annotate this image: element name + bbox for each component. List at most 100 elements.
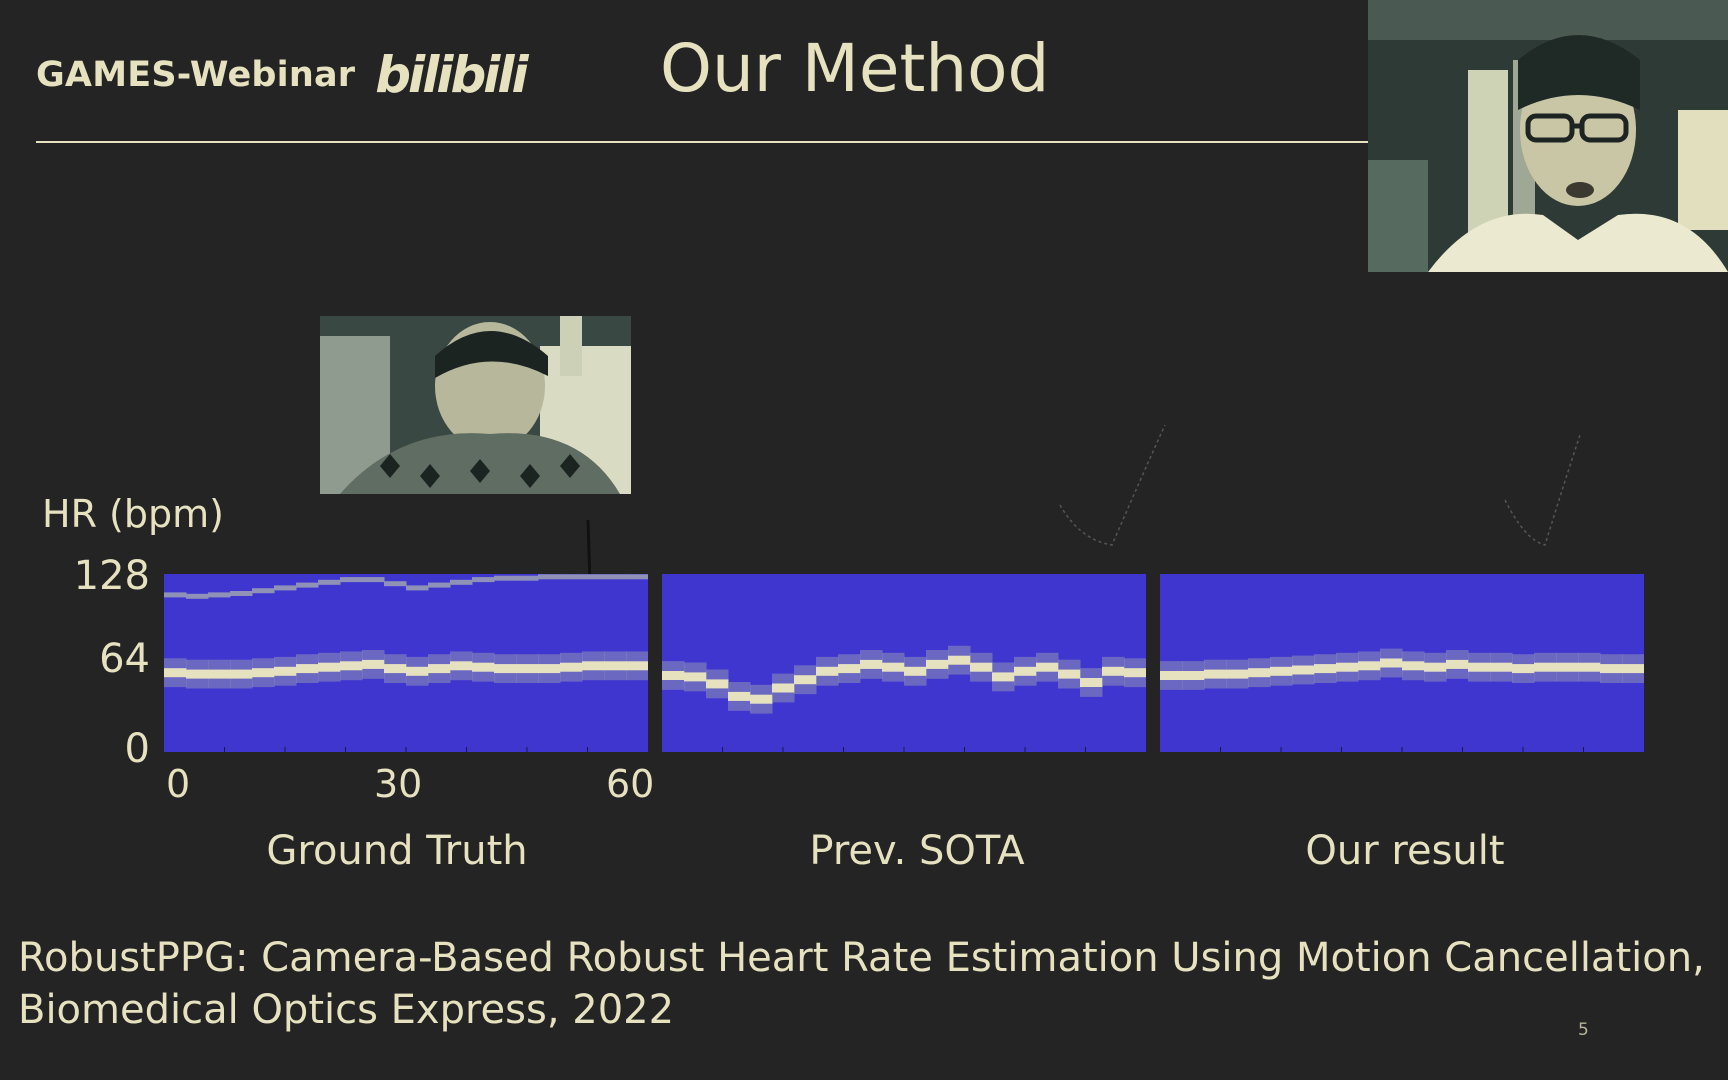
x-tick-30: 30: [374, 762, 423, 806]
main-track-cell: [1402, 661, 1425, 671]
main-track-cell: [1424, 662, 1447, 672]
main-track-cell: [362, 659, 385, 669]
slide-title: Our Method: [660, 30, 1050, 107]
main-track-cell: [406, 666, 429, 676]
brand-logo-area: GAMES-Webinar bilibili: [36, 40, 529, 110]
main-track-cell: [1270, 666, 1293, 676]
main-track-cell: [1248, 668, 1271, 678]
main-track-cell: [1182, 671, 1205, 680]
harmonic-track-cell: [626, 574, 648, 580]
main-track-cell: [164, 668, 187, 678]
main-track-cell: [230, 669, 253, 679]
main-track-cell: [1556, 662, 1579, 672]
main-track-cell: [1036, 662, 1059, 672]
main-track-cell: [1014, 666, 1037, 676]
paper-citation: RobustPPG: Camera-Based Robust Heart Rat…: [18, 932, 1708, 1036]
caption-our-result: Our result: [1305, 828, 1505, 874]
main-track-cell: [706, 679, 729, 689]
main-track-cell: [252, 668, 275, 678]
subject-face-photo: [320, 316, 631, 494]
harmonic-track-cell: [340, 577, 363, 583]
harmonic-track-cell: [494, 575, 517, 581]
page-number: 5: [1578, 1020, 1589, 1040]
harmonic-track-cell: [208, 592, 231, 598]
main-track-cell: [1358, 661, 1381, 671]
harmonic-track-cell: [384, 581, 407, 587]
harmonic-track-cell: [318, 579, 341, 585]
harmonic-track-cell: [186, 593, 209, 599]
main-track-cell: [772, 683, 795, 693]
main-track-cell: [1058, 669, 1081, 679]
main-track-cell: [1314, 664, 1337, 674]
main-track-cell: [1102, 666, 1125, 676]
main-track-cell: [816, 666, 839, 676]
harmonic-track-cell: [472, 577, 495, 583]
main-track-cell: [472, 662, 495, 672]
main-track-cell: [948, 655, 971, 665]
main-track-cell: [1468, 662, 1491, 672]
harmonic-track-cell: [164, 592, 187, 598]
main-track-cell: [662, 671, 685, 680]
harmonic-track-cell: [538, 574, 561, 580]
bilibili-logo: bilibili: [375, 46, 528, 104]
harmonic-track-cell: [362, 577, 385, 583]
harmonic-track-cell: [560, 574, 583, 580]
main-track-cell: [970, 662, 993, 672]
main-track-cell: [684, 672, 707, 682]
caption-prev-sota: Prev. SOTA: [809, 828, 1025, 874]
harmonic-track-cell: [252, 588, 275, 594]
main-track-cell: [1124, 668, 1146, 678]
presenter-webcam-video: [1368, 0, 1728, 272]
main-track-cell: [926, 659, 949, 669]
main-track-cell: [992, 672, 1015, 682]
heatmap-prev-sota: [662, 574, 1146, 752]
citation-line-2: Biomedical Optics Express, 2022: [18, 987, 675, 1033]
main-track-cell: [516, 664, 539, 674]
harmonic-track-cell: [296, 582, 319, 588]
heatmap-our-result: [1160, 574, 1644, 752]
slide: GAMES-Webinar bilibili Our Method HR (bp…: [0, 0, 1728, 1080]
harmonic-track-cell: [406, 585, 429, 591]
harmonic-track-cell: [428, 582, 451, 588]
main-track-cell: [1578, 662, 1601, 672]
main-track-cell: [1622, 664, 1644, 674]
main-track-cell: [626, 661, 648, 671]
main-track-cell: [750, 694, 773, 704]
main-track-cell: [1380, 658, 1403, 668]
title-divider: [36, 141, 1368, 143]
main-track-cell: [838, 664, 861, 674]
main-track-cell: [1204, 669, 1227, 679]
main-track-cell: [494, 664, 517, 674]
main-track-cell: [538, 664, 561, 674]
harmonic-track-cell: [604, 574, 627, 580]
harmonic-track-cell: [450, 579, 473, 585]
main-track-cell: [384, 664, 407, 674]
harmonic-track-cell: [516, 575, 539, 581]
heatmap-ground-truth: [164, 574, 648, 752]
main-track-cell: [1080, 678, 1103, 687]
main-track-cell: [728, 691, 751, 701]
main-track-cell: [1226, 669, 1249, 679]
harmonic-track-cell: [582, 574, 605, 580]
main-track-cell: [582, 661, 605, 671]
caption-ground-truth: Ground Truth: [266, 828, 528, 874]
main-track-cell: [318, 662, 341, 672]
harmonic-track-cell: [274, 585, 297, 591]
main-track-cell: [882, 662, 905, 672]
main-track-cell: [904, 666, 927, 676]
main-track-cell: [1446, 659, 1469, 669]
main-track-cell: [560, 662, 583, 672]
main-track-cell: [860, 659, 883, 669]
y-tick-64: 64: [99, 636, 150, 682]
main-track-cell: [604, 661, 627, 671]
main-track-cell: [1336, 662, 1359, 672]
main-track-cell: [794, 675, 817, 685]
main-track-cell: [340, 661, 363, 671]
main-track-cell: [274, 666, 297, 676]
main-track-cell: [1292, 665, 1315, 675]
main-track-cell: [1534, 662, 1557, 672]
main-track-cell: [208, 669, 231, 679]
x-tick-60: 60: [606, 762, 655, 806]
harmonic-track-cell: [230, 591, 253, 596]
main-track-cell: [450, 661, 473, 671]
